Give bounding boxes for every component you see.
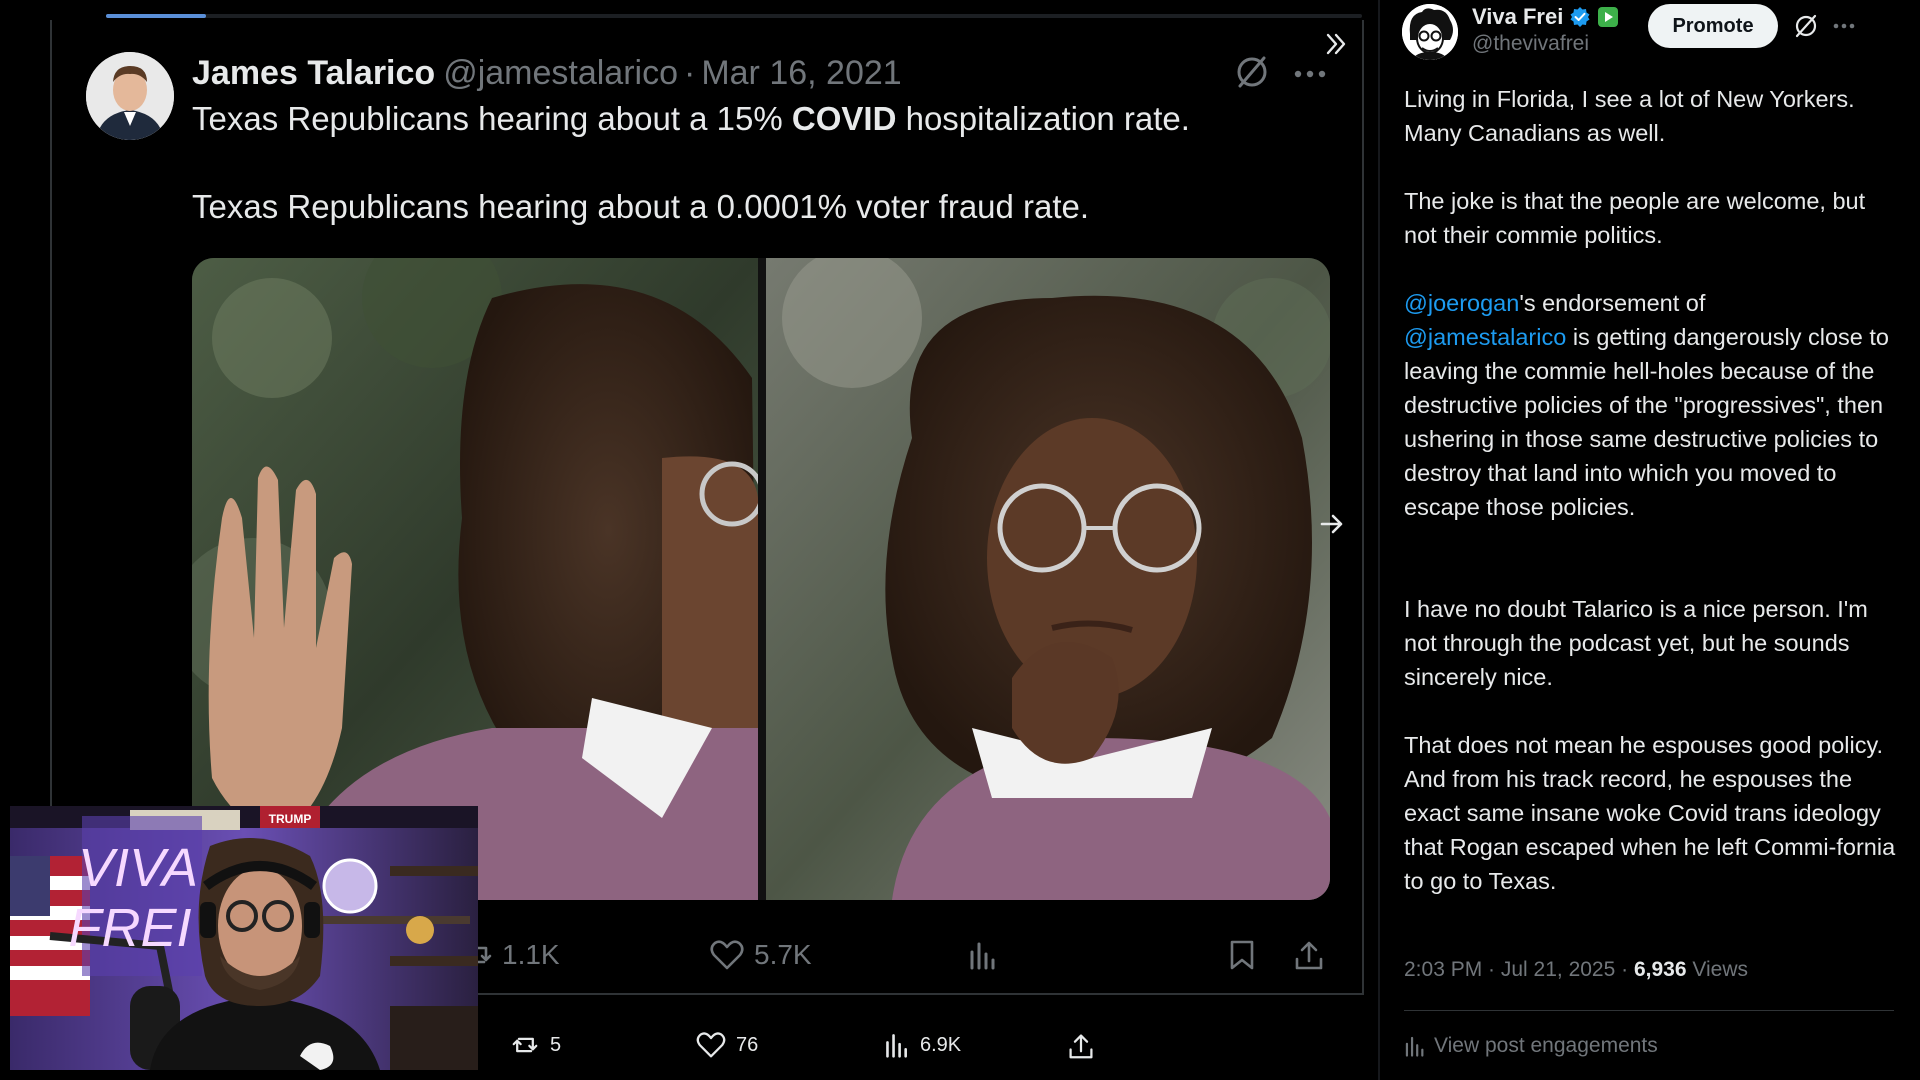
- post-paragraph-3: @joerogan's endorsement of @jamestalarico…: [1404, 286, 1904, 524]
- more-icon: [1833, 23, 1855, 29]
- collapse-icon: [1326, 33, 1346, 55]
- engagements-icon: [1405, 1036, 1424, 1057]
- post-metadata: 2:03 PM · Jul 21, 2025 · 6,936 Views: [1404, 958, 1748, 982]
- author-name[interactable]: Viva Frei: [1472, 4, 1563, 30]
- tweet-text-part: hospitalization rate.: [896, 100, 1190, 137]
- quote-views-count: 6.9K: [920, 1033, 962, 1056]
- tweet-text-line1: Texas Republicans hearing about a 15% CO…: [192, 100, 1190, 138]
- share-action[interactable]: [1294, 939, 1324, 971]
- grok-icon[interactable]: [1792, 12, 1820, 40]
- neon-sign-line1: VIVA: [78, 838, 198, 898]
- quote-share-action[interactable]: [1068, 1032, 1094, 1060]
- webcam-overlay: VIVA FREI TRUMP: [10, 806, 478, 1070]
- more-options-button[interactable]: [1830, 12, 1858, 40]
- post-text-part: is getting dangerously close to leaving …: [1404, 324, 1889, 520]
- post-text-part: 's endorsement of: [1519, 290, 1706, 316]
- retweet-count: 1.1K: [502, 939, 560, 970]
- quote-like-action[interactable]: 76: [696, 1032, 758, 1058]
- author-handle[interactable]: @jamestalarico: [443, 54, 678, 92]
- poster-text: TRUMP: [269, 812, 312, 826]
- views-label: Views: [1686, 958, 1749, 981]
- meta-separator: ·: [684, 54, 696, 92]
- quote-post-panel: Viva Frei @thevivafrei Promote Living in…: [1378, 0, 1920, 1080]
- tweet-photo[interactable]: [192, 258, 1330, 900]
- quote-retweet-count: 5: [550, 1033, 562, 1056]
- bookmark-icon: [1230, 940, 1254, 970]
- subscription-icon: [1598, 7, 1619, 27]
- quote-like-count: 76: [736, 1033, 759, 1056]
- author-avatar[interactable]: [1402, 4, 1458, 60]
- divider: [1404, 1010, 1894, 1011]
- author-name-row[interactable]: Viva Frei: [1472, 4, 1619, 30]
- like-action[interactable]: 5.7K: [710, 939, 812, 971]
- tweet-text-part: Texas Republicans hearing about a 15%: [192, 100, 792, 137]
- heart-icon: [696, 1032, 726, 1058]
- tweet-text-line2: Texas Republicans hearing about a 0.0001…: [192, 188, 1090, 225]
- retweet-icon: [512, 1037, 538, 1053]
- mention-link[interactable]: @joerogan: [1404, 290, 1519, 316]
- media-progress-fill: [106, 14, 207, 18]
- share-icon: [1295, 941, 1323, 970]
- heart-icon: [710, 940, 744, 970]
- mention-link[interactable]: @jamestalarico: [1404, 324, 1566, 350]
- grok-icon[interactable]: [1232, 52, 1272, 92]
- tweet-text-bold: COVID: [791, 100, 897, 137]
- post-paragraph-2: The joke is that the people are welcome,…: [1404, 188, 1866, 248]
- neon-sign-line2: FREI: [68, 898, 191, 958]
- post-timestamp[interactable]: 2:03 PM · Jul 21, 2025 ·: [1404, 958, 1634, 981]
- views-action[interactable]: [968, 940, 998, 970]
- post-paragraph-4: I have no doubt Talarico is a nice perso…: [1404, 596, 1868, 690]
- author-handle[interactable]: @thevivafrei: [1472, 32, 1589, 56]
- view-engagements-link[interactable]: View post engagements: [1404, 1034, 1658, 1058]
- views-count: 6,936: [1633, 958, 1687, 981]
- share-icon: [1069, 1034, 1093, 1059]
- author-avatar[interactable]: [86, 52, 174, 140]
- more-icon: [1294, 70, 1326, 78]
- collapse-panel-button[interactable]: [1316, 24, 1356, 64]
- tweet-date[interactable]: Mar 16, 2021: [701, 54, 901, 92]
- media-viewer: James Talarico @jamestalarico · Mar 16, 202…: [0, 0, 1378, 1080]
- views-icon: [970, 942, 995, 970]
- tweet-header: James Talarico @jamestalarico · Mar 16, 202…: [192, 54, 902, 93]
- quote-views-action[interactable]: 6.9K: [884, 1032, 961, 1058]
- quote-retweet-action[interactable]: 5: [510, 1032, 561, 1058]
- promote-button[interactable]: Promote: [1648, 4, 1778, 48]
- next-image-button[interactable]: [1312, 504, 1352, 544]
- verified-icon: [1570, 7, 1590, 27]
- arrow-right-icon: [1320, 514, 1343, 534]
- bookmark-action[interactable]: [1228, 939, 1256, 971]
- like-count: 5.7K: [754, 939, 812, 970]
- views-icon: [886, 1034, 907, 1058]
- post-paragraph-1: Living in Florida, I see a lot of New Yo…: [1404, 86, 1855, 146]
- media-progress-track: [106, 14, 1362, 18]
- engagements-label: View post engagements: [1434, 1034, 1658, 1057]
- author-name[interactable]: James Talarico: [192, 54, 435, 92]
- post-paragraph-5: That does not mean he espouses good poli…: [1404, 732, 1896, 894]
